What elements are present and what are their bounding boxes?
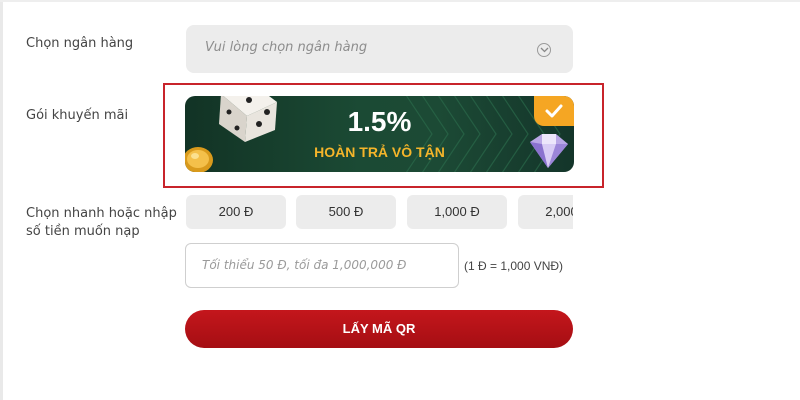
amount-option-1000[interactable]: 1,000 Đ [407, 195, 507, 229]
bank-select[interactable]: Vui lòng chọn ngân hàng [186, 25, 573, 73]
promo-subtitle: HOÀN TRẢ VÔ TẬN [314, 144, 445, 160]
quick-amount-row: 200 Đ 500 Đ 1,000 Đ 2,000 Đ [186, 195, 573, 229]
top-border [0, 0, 800, 2]
quick-amount-label-line2: số tiền muốn nạp [26, 224, 140, 239]
amount-option-200[interactable]: 200 Đ [186, 195, 286, 229]
get-qr-button[interactable]: LẤY MÃ QR [185, 310, 573, 348]
amount-input-placeholder: Tối thiểu 50 Đ, tối đa 1,000,000 Đ [202, 258, 407, 272]
checkmark-icon [545, 104, 563, 118]
selected-check-badge [534, 96, 574, 126]
left-border [0, 0, 3, 400]
amount-input[interactable]: Tối thiểu 50 Đ, tối đa 1,000,000 Đ [185, 243, 459, 288]
promo-percent: 1.5% [347, 106, 412, 137]
exchange-rate-note: (1 Đ = 1,000 VNĐ) [464, 259, 564, 273]
promo-card[interactable]: 1.5% HOÀN TRẢ VÔ TẬN [185, 96, 574, 172]
bank-select-placeholder: Vui lòng chọn ngân hàng [205, 40, 368, 55]
promo-label: Gói khuyến mãi [26, 108, 129, 123]
bank-label: Chọn ngân hàng [26, 36, 134, 51]
amount-option-2000[interactable]: 2,000 Đ [518, 195, 573, 229]
amount-option-500[interactable]: 500 Đ [296, 195, 396, 229]
chevron-down-icon [537, 43, 551, 57]
